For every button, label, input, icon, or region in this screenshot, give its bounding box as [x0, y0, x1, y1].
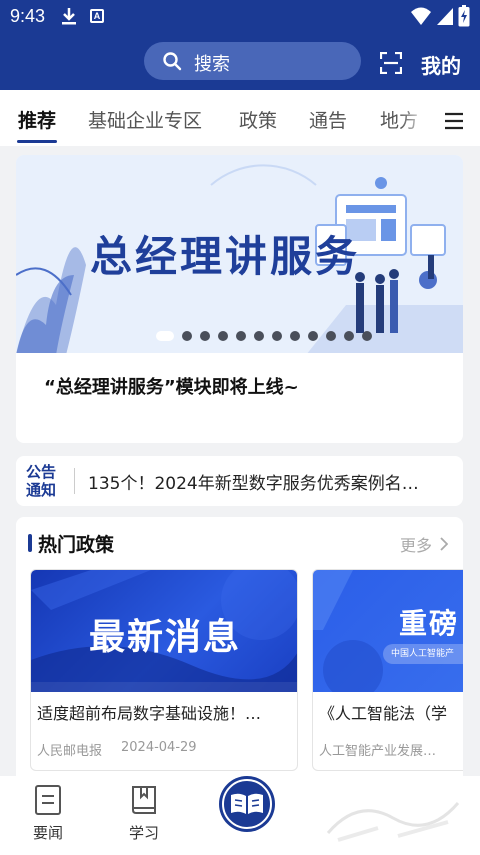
banner-image[interactable]: 总经理讲服务: [16, 155, 463, 353]
policy-card-date: 2024-04-29: [121, 740, 197, 755]
policy-card-image-title: 重磅: [399, 607, 460, 640]
nav-study-label: 学习: [128, 824, 159, 842]
wifi-icon: [410, 6, 432, 30]
banner-title: 总经理讲服务: [90, 232, 361, 281]
hot-policy-section: 热门政策 更多 最新消息 适度超前布局数字基础设施！… 人民邮电报 2024-0…: [16, 517, 463, 787]
carousel-dot: [308, 331, 318, 341]
news-icon: [35, 785, 61, 815]
watermark-logo: [326, 802, 460, 842]
notice-bar[interactable]: 公告 通知 135个！2024年新型数字服务优秀案例名…: [16, 456, 463, 506]
carousel-dot: [362, 331, 372, 341]
download-icon: [60, 6, 78, 30]
nav-news[interactable]: 要闻: [16, 776, 80, 855]
status-bar: 9:43 A: [0, 0, 480, 34]
policy-card-image: 重磅 中国人工智能产: [313, 570, 463, 692]
carousel-dot: [272, 331, 282, 341]
carousel-dot: [326, 331, 336, 341]
banner-card[interactable]: 总经理讲服务 “总经理讲服务”模块即将上线~: [16, 155, 463, 443]
search-bar[interactable]: 搜索: [144, 42, 361, 80]
carousel-dot: [218, 331, 228, 341]
policy-card-title: 《人工智能法（学: [319, 704, 448, 723]
policy-card[interactable]: 最新消息 适度超前布局数字基础设施！… 人民邮电报 2024-04-29: [30, 569, 298, 771]
nav-news-label: 要闻: [32, 824, 63, 842]
top-bar: 搜索 我的: [0, 34, 480, 90]
carousel-dot: [290, 331, 300, 341]
policy-card-image-title: 最新消息: [89, 617, 242, 658]
policy-card-image: 最新消息: [31, 570, 297, 692]
battery-icon: [458, 5, 470, 31]
carousel-dot: [236, 331, 246, 341]
active-tab-indicator: [17, 140, 57, 143]
policy-card-source: 人工智能产业发展…: [319, 744, 437, 759]
search-placeholder: 搜索: [194, 54, 230, 75]
policy-card-title: 适度超前布局数字基础设施！…: [37, 704, 262, 723]
carousel-dot: [156, 331, 174, 341]
search-icon: [162, 51, 182, 75]
bottom-nav: 要闻 学习: [0, 776, 480, 855]
tab-notice[interactable]: 通告: [309, 106, 347, 133]
notice-text[interactable]: 135个！2024年新型数字服务优秀案例名…: [88, 469, 448, 494]
open-book-icon: [222, 779, 272, 829]
nav-study[interactable]: 学习: [112, 776, 176, 855]
carousel-dot: [254, 331, 264, 341]
chevron-right-icon[interactable]: [440, 536, 449, 555]
nav-center-button[interactable]: [219, 776, 275, 832]
tab-recommend[interactable]: 推荐: [18, 106, 56, 133]
menu-icon[interactable]: [444, 112, 464, 134]
a-notification-icon: A: [90, 9, 104, 23]
policy-card[interactable]: 重磅 中国人工智能产 《人工智能法（学 人工智能产业发展…: [312, 569, 463, 771]
scan-icon[interactable]: [379, 51, 403, 78]
more-link[interactable]: 更多: [400, 532, 432, 556]
carousel-dot: [200, 331, 210, 341]
status-time: 9:43: [10, 6, 46, 26]
policy-card-source: 人民邮电报: [37, 744, 103, 759]
notice-badge: 公告 通知: [26, 463, 57, 499]
tab-policy[interactable]: 政策: [239, 106, 277, 133]
section-title: 热门政策: [38, 534, 115, 556]
carousel-dot: [344, 331, 354, 341]
carousel-dot: [182, 331, 192, 341]
banner-caption[interactable]: “总经理讲服务”模块即将上线~: [44, 373, 299, 399]
mine-button[interactable]: 我的: [421, 50, 461, 79]
tab-basic-enterprise[interactable]: 基础企业专区: [88, 106, 202, 133]
policy-card-image-pill: 中国人工智能产: [383, 644, 463, 664]
category-tabs: 推荐 基础企业专区 政策 通告 地方: [0, 90, 480, 146]
signal-icon: [436, 6, 454, 30]
book-icon: [132, 786, 156, 814]
